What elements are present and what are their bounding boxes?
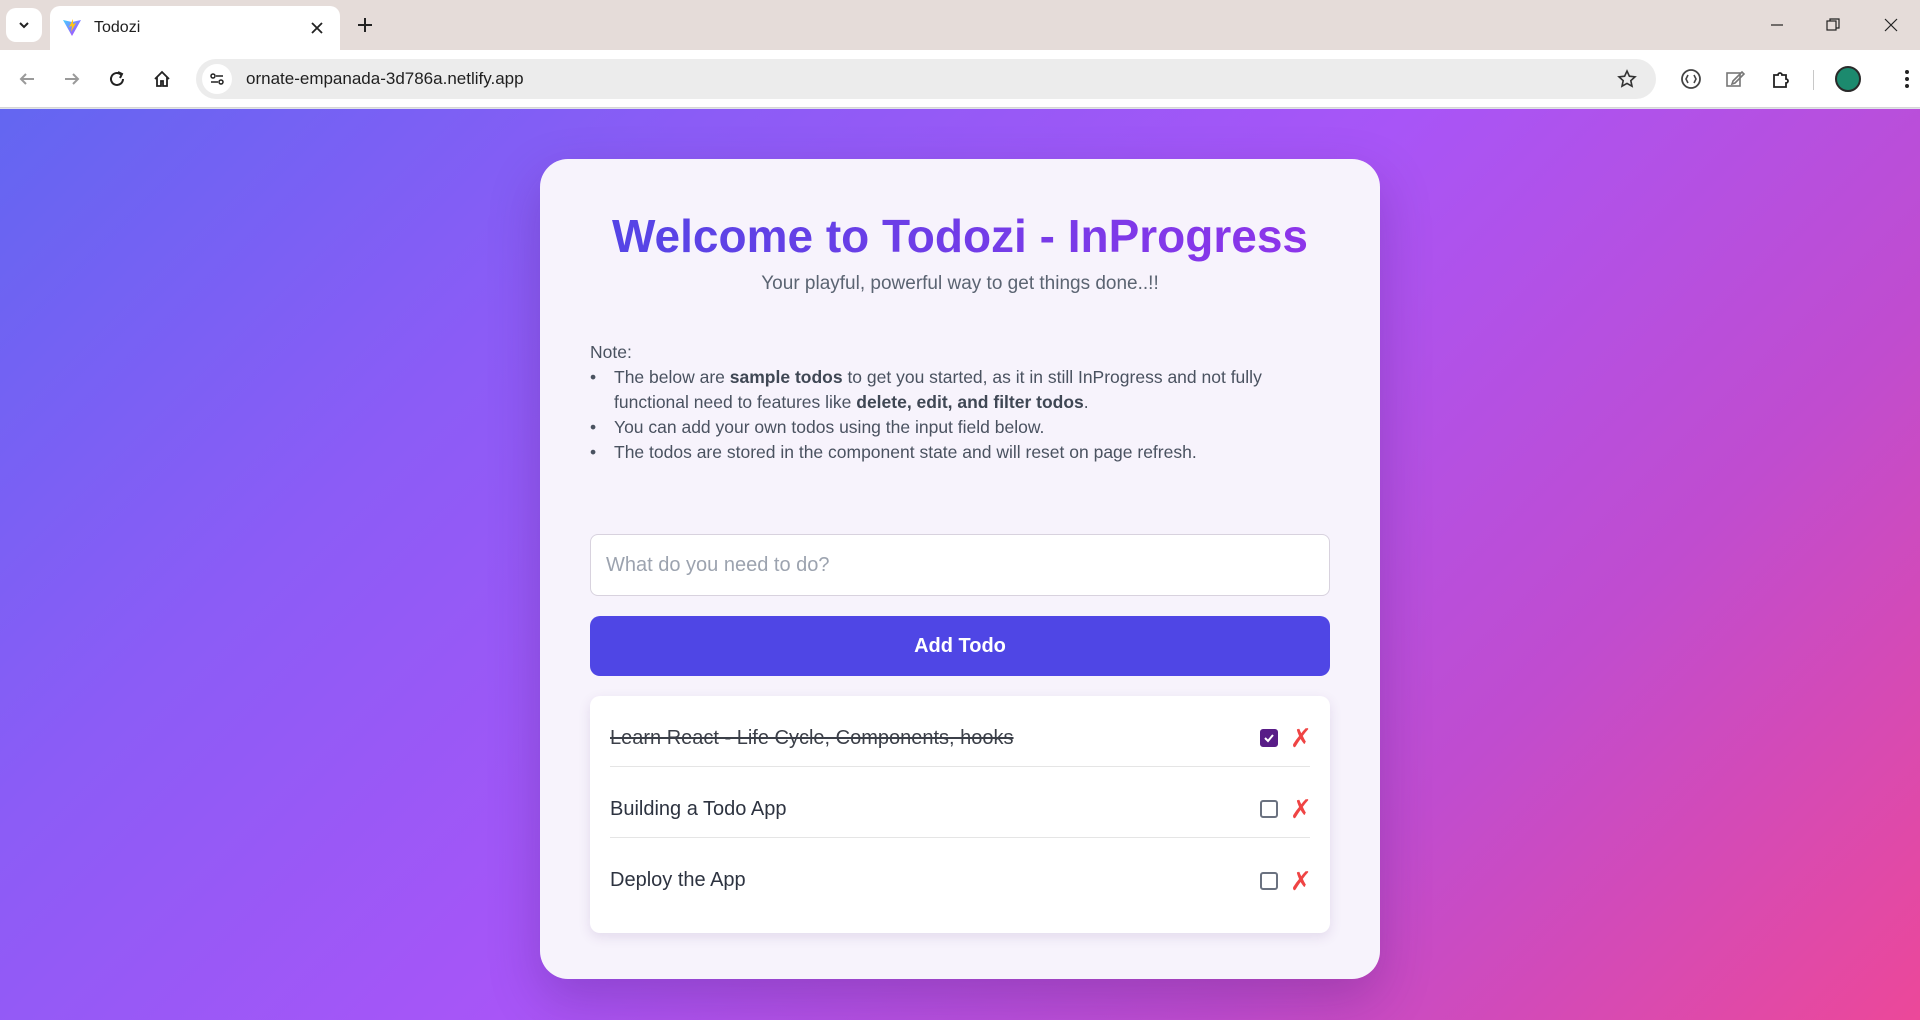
page-title: Welcome to Todozi - InProgress (540, 209, 1380, 263)
note-item: You can add your own todos using the inp… (590, 415, 1330, 440)
note-text: . (1083, 392, 1089, 412)
reload-icon[interactable] (100, 62, 134, 96)
todo-card: Welcome to Todozi - InProgress Your play… (540, 159, 1380, 979)
site-info-icon[interactable] (202, 64, 232, 94)
add-todo-button[interactable]: Add Todo (590, 616, 1330, 676)
delete-todo-icon[interactable]: ✗ (1290, 796, 1312, 822)
chevron-down-icon (19, 22, 29, 29)
delete-todo-icon[interactable]: ✗ (1290, 725, 1312, 751)
todo-item: Building a Todo App ✗ (610, 767, 1312, 838)
note-emphasis: sample todos (729, 367, 843, 387)
note-item: The below are sample todos to get you st… (590, 365, 1330, 415)
todo-input[interactable] (590, 534, 1330, 596)
more-menu-icon[interactable] (1890, 62, 1920, 96)
bookmark-star-icon[interactable] (1610, 62, 1644, 96)
extensions-puzzle-icon[interactable] (1764, 62, 1798, 96)
profile-avatar[interactable] (1835, 66, 1861, 92)
close-tab-icon[interactable] (306, 17, 328, 39)
url-text: ornate-empanada-3d786a.netlify.app (246, 69, 524, 88)
todo-item: Learn React - Life Cycle, Components, ho… (610, 696, 1312, 767)
todo-list: Learn React - Life Cycle, Components, ho… (590, 696, 1330, 933)
checkmark-icon (1264, 734, 1274, 743)
page-background: Welcome to Todozi - InProgress Your play… (0, 109, 1920, 1020)
note-emphasis: delete, edit, and filter todos (856, 392, 1084, 412)
note-item: The todos are stored in the component st… (590, 440, 1330, 465)
toolbar-divider (1813, 70, 1814, 90)
vite-logo-icon (63, 19, 81, 36)
todo-checkbox[interactable] (1260, 729, 1278, 747)
forward-icon[interactable] (55, 62, 89, 96)
note-heading: Note: (590, 342, 632, 362)
todo-text: Building a Todo App (610, 797, 787, 820)
todo-text: Deploy the App (610, 869, 746, 891)
address-bar[interactable]: ornate-empanada-3d786a.netlify.app (196, 59, 1656, 99)
todo-checkbox[interactable] (1260, 800, 1278, 818)
todo-checkbox[interactable] (1260, 871, 1278, 890)
minimize-icon[interactable] (1757, 10, 1797, 40)
home-icon[interactable] (145, 62, 179, 96)
page-subtitle: Your playful, powerful way to get things… (761, 273, 1159, 294)
note-text: The below are (614, 367, 730, 387)
back-icon[interactable] (10, 62, 44, 96)
note-section: Note: The below are sample todos to get … (590, 340, 1330, 465)
todo-text: Learn React - Life Cycle, Components, ho… (610, 726, 1014, 749)
extension-a-icon[interactable] (1674, 62, 1708, 96)
tab-title: Todozi (94, 19, 141, 36)
close-window-icon[interactable] (1871, 10, 1911, 40)
browser-tab[interactable]: Todozi (50, 6, 340, 50)
note-list: The below are sample todos to get you st… (590, 365, 1330, 465)
todo-item: Deploy the App ✗ (610, 838, 1312, 909)
restore-icon[interactable] (1813, 10, 1853, 40)
tab-strip: Todozi (0, 0, 1920, 50)
delete-todo-icon[interactable]: ✗ (1290, 868, 1312, 894)
browser-toolbar: ornate-empanada-3d786a.netlify.app (0, 50, 1920, 108)
tab-search-button[interactable] (6, 8, 42, 42)
edit-note-icon[interactable] (1718, 62, 1752, 96)
new-tab-icon[interactable] (352, 12, 378, 38)
